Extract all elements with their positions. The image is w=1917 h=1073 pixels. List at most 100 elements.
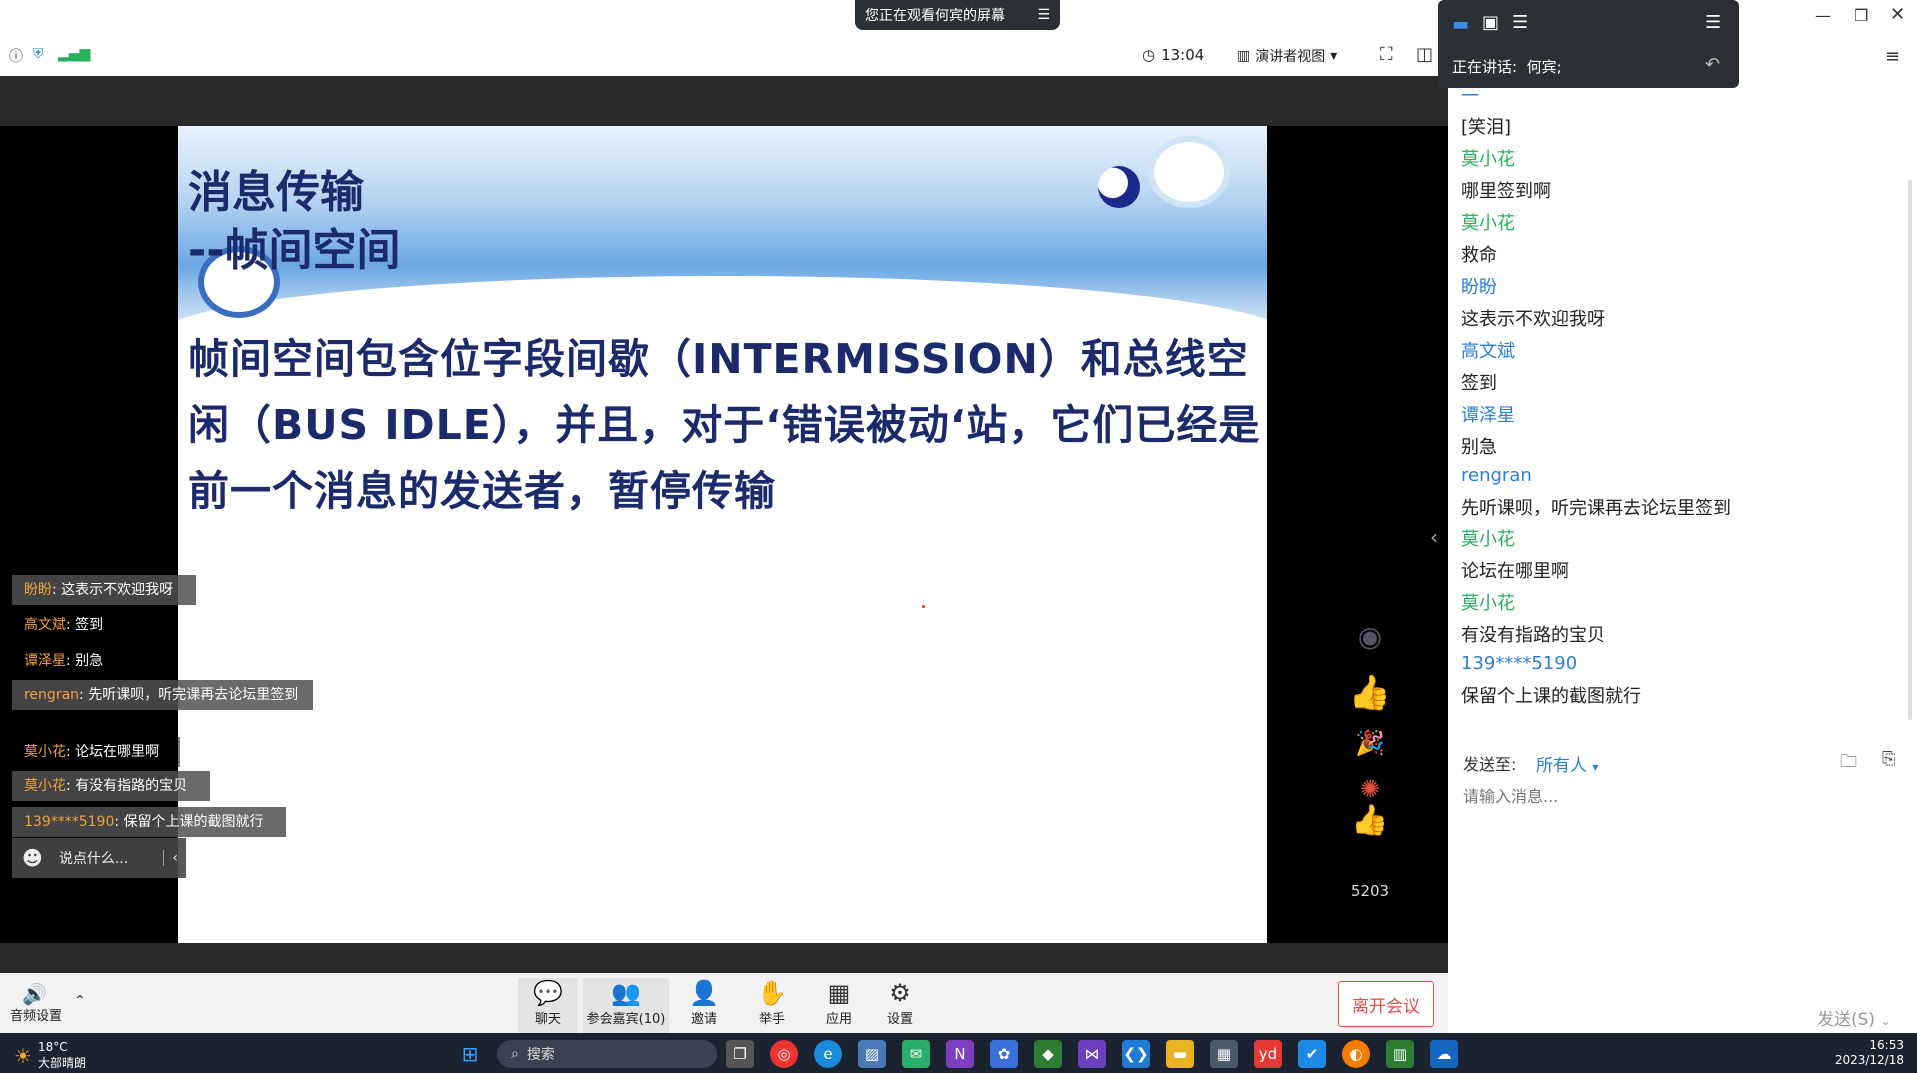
edge-icon[interactable]: e <box>814 1040 842 1068</box>
clock-date: 2023/12/18 <box>1834 1053 1904 1067</box>
top-bar <box>0 0 1448 77</box>
reaction-column: ◉ 👍 🎉 ✺ 👍 <box>1345 620 1395 838</box>
weather-sun-icon: ☀ <box>14 1043 32 1068</box>
chat-input[interactable] <box>1461 780 1905 812</box>
reply-icon[interactable]: ↶ <box>1705 54 1720 75</box>
raise-hand-label: 举手 <box>758 1012 785 1027</box>
collapse-panel-icon[interactable]: ‹ <box>1430 525 1438 549</box>
view-mode-dropdown[interactable]: ▥ 演讲者视图 ▾ <box>1237 46 1337 66</box>
like-icon[interactable]: 👍 <box>1345 803 1395 838</box>
chevron-down-icon: ▾ <box>1330 48 1338 64</box>
chat-scrollbar[interactable] <box>1908 180 1912 720</box>
restore-icon[interactable]: ❐ <box>1854 6 1868 25</box>
timer-text: 13:04 <box>1161 46 1205 64</box>
leave-meeting-button[interactable]: 离开会议 <box>1338 981 1434 1027</box>
invite-button-label: 邀请 <box>690 1012 717 1027</box>
globe-icon: ◉ <box>1357 620 1383 653</box>
emoji-icon[interactable]: ☻ <box>22 846 43 870</box>
app-icon[interactable]: ▥ <box>1386 1040 1414 1068</box>
app-icon[interactable]: ◐ <box>1342 1040 1370 1068</box>
view-mode-label: 演讲者视图 <box>1255 49 1326 65</box>
split-view-icon[interactable]: ◫ <box>1416 44 1433 65</box>
clock-icon: ◷ <box>1142 46 1156 64</box>
vscode-icon[interactable]: ❮❯ <box>1122 1040 1150 1068</box>
app-icon[interactable]: ☁ <box>1430 1040 1458 1068</box>
overlay-chat-input[interactable]: ☻ 说点什么... ‹ <box>12 838 186 878</box>
chat-sender: 莫小花 <box>1461 213 1515 234</box>
share-banner-text: 您正在观看何宾的屏幕 <box>865 8 1005 24</box>
wechat-icon[interactable]: ✉ <box>902 1040 930 1068</box>
overlay-chat-message: 盼盼: 这表示不欢迎我呀 <box>12 575 196 605</box>
meeting-timer: ◷ 13:04 <box>1142 46 1204 64</box>
calculator-icon[interactable]: ▦ <box>1210 1040 1238 1068</box>
visual-studio-icon[interactable]: ⋈ <box>1078 1040 1106 1068</box>
chat-sender: 高文斌 <box>1461 341 1515 362</box>
settings-button[interactable]: ⚙ 设置 <box>870 978 930 1027</box>
meeting-app-icon[interactable]: ✔ <box>1298 1040 1326 1068</box>
weather-widget[interactable]: ☀ 18°C 大部晴朗 <box>14 1040 86 1071</box>
file-explorer-icon[interactable]: ▬ <box>1166 1040 1194 1068</box>
weather-condition: 大部晴朗 <box>37 1056 86 1070</box>
signal-icon[interactable]: ▂▄▆ <box>58 46 90 62</box>
raise-hand-button[interactable]: ✋ 举手 <box>742 978 802 1027</box>
audio-settings-button[interactable]: 🔊 音频设置 <box>10 983 62 1024</box>
app-icon[interactable]: ◆ <box>1034 1040 1062 1068</box>
participants-button[interactable]: 👥 参会嘉宾(10) <box>583 978 669 1034</box>
chat-sender: 莫小花 <box>1461 529 1515 550</box>
participants-icon: 👥 <box>611 979 641 1007</box>
list-icon[interactable]: ☰ <box>1512 12 1528 33</box>
chrome-icon[interactable]: ◎ <box>770 1040 798 1068</box>
bubble-decoration <box>1148 136 1230 208</box>
photos-icon[interactable]: ▨ <box>858 1040 886 1068</box>
expand-menu-icon[interactable]: ☰ <box>1705 12 1721 33</box>
folder-icon[interactable]: 🗀 <box>1840 749 1857 778</box>
send-button[interactable]: 发送(S) ⌄ <box>1817 1005 1891 1030</box>
gear-icon: ⚙ <box>889 979 911 1007</box>
chat-sender: 莫小花 <box>1461 149 1515 170</box>
like-count: 5203 <box>1350 882 1390 900</box>
shield-icon[interactable]: ⛨ <box>33 46 44 62</box>
chat-message-text: 救命 <box>1461 245 1497 266</box>
thumbs-up-emoji-icon: 👍 <box>1348 673 1392 713</box>
window-icon[interactable]: ▣ <box>1482 12 1499 33</box>
participants-button-label: 参会嘉宾(10) <box>586 1012 666 1027</box>
overlay-chat-message: 139****5190: 保留个上课的截图就行 <box>12 807 286 837</box>
task-view-icon[interactable]: ❐ <box>726 1040 754 1068</box>
send-to-label: 发送至: <box>1463 755 1517 774</box>
close-icon[interactable]: ✕ <box>1890 4 1905 25</box>
clock-time: 16:53 <box>1869 1038 1904 1052</box>
send-to-dropdown[interactable]: 所有人 ▾ <box>1536 751 1598 776</box>
screen-share-banner[interactable]: 您正在观看何宾的屏幕 ☰ <box>855 0 1060 30</box>
system-clock[interactable]: 16:53 2023/12/18 <box>1830 1038 1904 1068</box>
apps-button[interactable]: ▦ 应用 <box>809 978 869 1027</box>
temperature: 18°C <box>37 1040 68 1054</box>
overlay-chat-message: 高文斌: 签到 <box>12 610 128 640</box>
taskbar-search[interactable]: ⌕ 搜索 <box>497 1040 717 1068</box>
chat-message-text: 别急 <box>1461 437 1497 458</box>
invite-button[interactable]: 👤 邀请 <box>674 978 734 1027</box>
moon-decoration <box>1098 166 1140 208</box>
chat-sender: 谭泽星 <box>1461 405 1515 426</box>
menu-icon[interactable]: ☰ <box>1037 7 1050 23</box>
youdao-icon[interactable]: yd <box>1254 1040 1282 1068</box>
info-icon[interactable]: ⓘ <box>9 46 23 66</box>
overlay-input-placeholder: 说点什么... <box>58 851 129 867</box>
apps-grid-icon: ▦ <box>827 979 851 1007</box>
search-icon: ⌕ <box>511 1046 519 1062</box>
minimize-icon[interactable]: ▬ <box>1452 14 1469 35</box>
layout-icon: ▥ <box>1237 48 1251 64</box>
minimize-icon[interactable]: — <box>1815 6 1831 25</box>
screenshot-icon[interactable]: ⎘ <box>1882 749 1896 769</box>
speaker-icon: 🔊 <box>22 982 47 1006</box>
chevron-down-icon: ▾ <box>1592 760 1599 774</box>
chevron-left-icon[interactable]: ‹ <box>163 850 178 866</box>
app-icon[interactable]: ✿ <box>990 1040 1018 1068</box>
hamburger-icon[interactable]: ≡ <box>1885 46 1900 67</box>
onenote-icon[interactable]: N <box>946 1040 974 1068</box>
fullscreen-icon[interactable]: ⛶ <box>1380 44 1393 65</box>
chat-button[interactable]: 💬 聊天 <box>518 978 578 1034</box>
windows-start-icon[interactable]: ⊞ <box>456 1040 484 1068</box>
chat-icon: 💬 <box>533 979 563 1007</box>
chat-message-text: 哪里签到啊 <box>1461 181 1551 202</box>
chevron-up-icon[interactable]: ⌃ <box>74 993 86 1009</box>
